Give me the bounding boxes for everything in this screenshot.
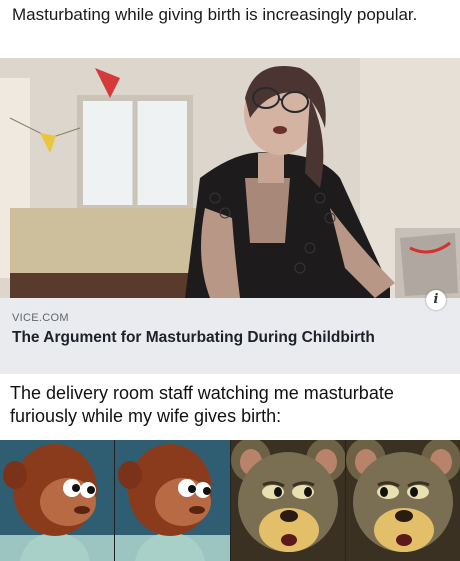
article-source: VICE.COM <box>12 312 69 324</box>
cartoon-mouse-panel-2 <box>344 440 460 561</box>
puppet-monkey-panel-1 <box>0 440 115 561</box>
reaction-image-strip <box>0 440 460 561</box>
meme-caption: The delivery room staff watching me mast… <box>0 374 460 440</box>
meme-caption-text: The delivery room staff watching me mast… <box>10 383 394 426</box>
article-card[interactable]: i VICE.COM The Argument for Masturbating… <box>0 58 460 374</box>
article-meta[interactable]: i VICE.COM The Argument for Masturbating… <box>0 290 460 374</box>
cartoon-mouse-panel-1 <box>229 440 345 561</box>
article-photo <box>0 58 460 298</box>
puppet-monkey-panel-2 <box>114 440 230 561</box>
article-image[interactable] <box>0 58 460 298</box>
post-header: Masturbating while giving birth is incre… <box>0 0 460 58</box>
info-icon[interactable]: i <box>426 290 446 310</box>
post-header-text: Masturbating while giving birth is incre… <box>12 5 418 24</box>
article-headline[interactable]: The Argument for Masturbating During Chi… <box>12 328 448 347</box>
